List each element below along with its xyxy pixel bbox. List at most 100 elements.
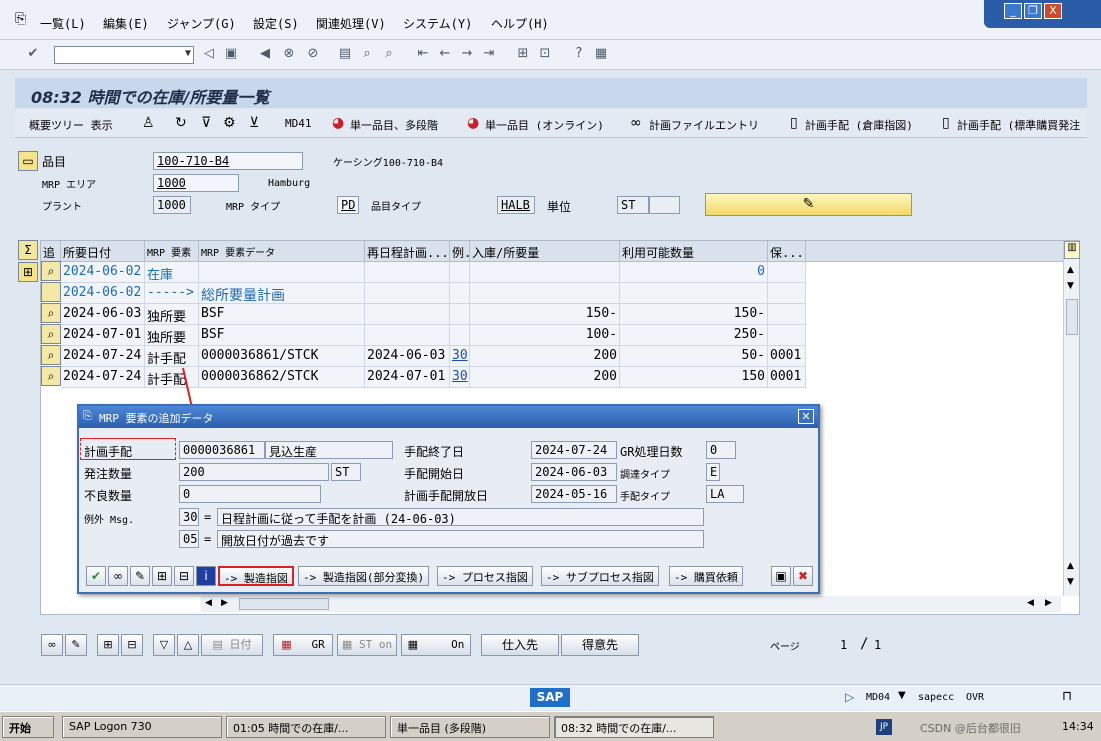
vendor-button[interactable]: 仕入先 [481,634,559,656]
pencil-icon[interactable]: ✎ [130,566,150,586]
col-header-date[interactable]: 所要日付 [61,241,145,262]
tree-display-button[interactable]: 概要ツリー 表示 [29,117,113,133]
info-icon[interactable]: i [196,566,216,586]
customer-button[interactable]: 得意先 [561,634,639,656]
menu-edit[interactable]: 編集(E) [103,15,149,32]
first-page-icon[interactable]: ⇤ [414,45,432,63]
filter-icon[interactable]: ⊽ [201,115,211,131]
convert-process-order-button[interactable]: -> プロセス指図 [437,566,533,586]
col-header-reschedule[interactable]: 再日程計画... [365,241,450,262]
menu-settings[interactable]: 設定(S) [253,15,299,32]
column-layout-icon[interactable]: ▥ [1064,241,1080,259]
help-icon[interactable]: ? [570,45,588,63]
next-page-icon[interactable]: → [458,45,476,63]
planned-order-wh-button[interactable]: 計画手配 (倉庫指図) [805,117,913,133]
user-icon[interactable]: ♙ [142,115,155,131]
grid-cell-exception-link[interactable]: 30 [450,346,470,367]
sap-menu-icon[interactable]: ⎘ [15,11,26,27]
scroll-right-icon[interactable]: ▶ [1045,598,1052,608]
col-header-exception[interactable]: 例. [450,241,470,262]
col-header-add[interactable]: 追 [41,241,61,262]
single-multi-level-button[interactable]: 単一品目、多段階 [350,117,438,133]
material-field[interactable]: 100-710-B4 [153,152,303,170]
md41-button[interactable]: MD41 [285,117,312,130]
scroll-left-icon[interactable]: ◀ [205,598,212,608]
menu-system[interactable]: システム(Y) [403,15,472,32]
glasses-icon[interactable]: ∞ [41,634,63,656]
minimize-button[interactable]: _ [1004,3,1022,19]
hierarchy-icon[interactable]: ⊞ [152,566,172,586]
col-header-element[interactable]: MRP 要素 [145,241,199,262]
chevron-down-icon[interactable]: ▼ [185,48,191,59]
select-icon[interactable]: ⊻ [249,115,259,131]
restore-button[interactable]: ❐ [1024,3,1042,19]
sort-down-icon[interactable]: ▽ [153,634,175,656]
fullscreen-icon[interactable]: ▣ [771,566,791,586]
refresh-icon[interactable]: ↻ [175,115,187,131]
convert-production-order-button[interactable]: -> 製造指図 [218,566,294,586]
save-icon[interactable]: ▣ [222,45,240,63]
scroll-left-icon[interactable]: ◀ [1027,598,1034,608]
check-icon[interactable]: ✔ [86,566,106,586]
collapse-all-icon[interactable]: ⊟ [121,634,143,656]
taskbar-item[interactable]: 01:05 時間での在庫/... [226,716,386,738]
cancel-icon[interactable]: ⊘ [304,45,322,63]
menu-list[interactable]: 一覧(L) [40,15,86,32]
menu-help[interactable]: ヘルプ(H) [491,15,549,32]
last-page-icon[interactable]: ⇥ [480,45,498,63]
mrp-type-field[interactable]: PD [337,196,359,214]
material-detail-icon[interactable]: ▭ [18,151,38,171]
settings-icon[interactable]: ⚙ [223,115,236,131]
plan-file-entry-button[interactable]: 計画ファイルエントリ [649,117,759,133]
detail-magnifier-icon[interactable]: ⌕ [41,324,61,344]
collapse-icon[interactable]: ◁ [200,45,218,63]
menu-goto[interactable]: ジャンプ(G) [167,15,236,32]
find-next-icon[interactable]: ⌕ [380,45,398,63]
gr-button[interactable]: ▦ GR [273,634,333,656]
print-icon[interactable]: ▤ [336,45,354,63]
on-button[interactable]: ▦ On [401,634,471,656]
detail-magnifier-icon[interactable]: ⌕ [41,303,61,323]
sum-icon[interactable]: Σ [18,240,38,260]
mrp-area-field[interactable]: 1000 [153,174,239,192]
cancel-icon[interactable]: ✖ [793,566,813,586]
shortcut-icon[interactable]: ⊡ [536,45,554,63]
pencil-icon[interactable]: ✎ [65,634,87,656]
scroll-up-icon[interactable]: ▲ [1067,265,1074,275]
start-button[interactable]: 开始 [2,716,54,738]
scroll-down-icon[interactable]: ▼ [1067,281,1074,291]
close-window-button[interactable]: X [1044,3,1062,19]
single-online-button[interactable]: 単一品目 (オンライン) [485,117,604,133]
scroll-thumb[interactable] [1066,299,1078,335]
enter-icon[interactable]: ✔ [24,45,42,63]
scroll-down-icon[interactable]: ▼ [1067,577,1074,587]
grid-cell-exception-link[interactable]: 30 [450,367,470,388]
command-field[interactable]: ▼ [54,46,194,64]
sort-up-icon[interactable]: △ [177,634,199,656]
exit-icon[interactable]: ⊗ [280,45,298,63]
menu-environment[interactable]: 関連処理(V) [316,15,386,32]
expand-all-icon[interactable]: ⊞ [97,634,119,656]
chevron-down-icon[interactable]: ▼ [898,690,906,701]
col-header-receipt-qty[interactable]: 入庫/所要量 [470,241,620,262]
col-header-available-qty[interactable]: 利用可能数量 [620,241,768,262]
taskbar-item[interactable]: 単一品目 (多段階) [390,716,550,738]
taskbar-item-active[interactable]: 08:32 時間での在庫/... [554,716,714,738]
back-icon[interactable]: ◀ [256,45,274,63]
edit-button[interactable]: ✎ [705,193,912,216]
grid-settings-icon[interactable]: ⊞ [18,262,38,282]
convert-production-order-partial-button[interactable]: -> 製造指図(部分変換) [298,566,430,586]
vertical-scrollbar[interactable]: ▥ ▲ ▼ ▲ ▼ [1063,241,1080,596]
col-header-element-data[interactable]: MRP 要素データ [199,241,365,262]
hscroll-thumb[interactable] [239,598,329,610]
col-header-storage[interactable]: 保... [768,241,806,262]
ime-indicator[interactable]: JP [876,719,892,735]
scroll-right-icon[interactable]: ▶ [221,598,228,608]
status-expand-icon[interactable]: ▷ [845,690,854,704]
detail-empty-icon[interactable] [41,282,61,302]
detail-magnifier-icon[interactable]: ⌕ [41,345,61,365]
popup-close-button[interactable]: ✕ [798,409,814,424]
detail-magnifier-icon[interactable]: ⌕ [41,261,61,281]
convert-subprocess-order-button[interactable]: -> サブプロセス指図 [541,566,659,586]
new-session-icon[interactable]: ⊞ [514,45,532,63]
